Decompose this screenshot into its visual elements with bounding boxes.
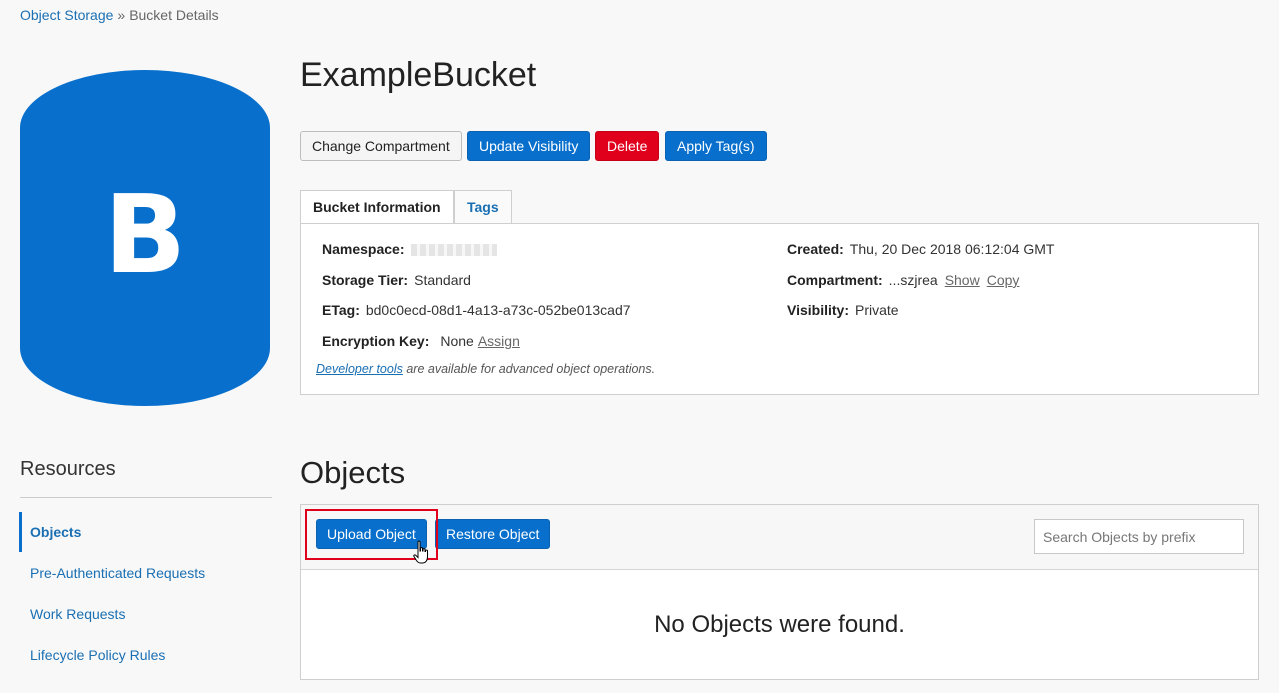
breadcrumb: Object Storage» Bucket Details xyxy=(20,7,219,23)
encryption-key-value: None xyxy=(440,333,474,349)
developer-tools-note: Developer tools are available for advanc… xyxy=(316,362,655,376)
namespace-value-redacted xyxy=(410,244,497,257)
encryption-key-field: Encryption Key: None Assign xyxy=(322,333,520,349)
bucket-icon: B xyxy=(20,70,270,406)
resources-divider xyxy=(20,497,272,498)
encryption-key-label: Encryption Key: xyxy=(322,333,430,349)
compartment-label: Compartment: xyxy=(787,272,883,288)
namespace-label: Namespace: xyxy=(322,241,405,257)
created-label: Created: xyxy=(787,241,844,257)
update-visibility-button[interactable]: Update Visibility xyxy=(467,131,591,161)
sidebar-item-pre-authenticated-requests[interactable]: Pre-Authenticated Requests xyxy=(30,565,205,581)
compartment-show-link[interactable]: Show xyxy=(945,272,980,288)
search-objects-input[interactable] xyxy=(1034,519,1244,554)
empty-objects-message: No Objects were found. xyxy=(654,611,905,638)
compartment-copy-link[interactable]: Copy xyxy=(987,272,1020,288)
storage-tier-value: Standard xyxy=(414,272,471,288)
storage-tier-label: Storage Tier: xyxy=(322,272,409,288)
created-value: Thu, 20 Dec 2018 06:12:04 GMT xyxy=(849,241,1055,257)
visibility-value: Private xyxy=(854,302,899,318)
objects-section-title: Objects xyxy=(300,455,406,490)
created-field: Created: Thu, 20 Dec 2018 06:12:04 GMT xyxy=(787,241,1054,257)
etag-value: bd0c0ecd-08d1-4a13-a73c-052be013cad7 xyxy=(365,302,631,318)
objects-panel: Upload Object Restore Object No Objects … xyxy=(300,504,1259,680)
breadcrumb-object-storage-link[interactable]: Object Storage xyxy=(20,7,113,23)
compartment-value: ...szjrea xyxy=(888,272,938,288)
etag-label: ETag: xyxy=(322,302,360,318)
visibility-label: Visibility: xyxy=(787,302,849,318)
etag-field: ETag: bd0c0ecd-08d1-4a13-a73c-052be013cad… xyxy=(322,302,631,318)
resources-title: Resources xyxy=(20,458,116,480)
storage-tier-field: Storage Tier: Standard xyxy=(322,272,471,288)
compartment-field: Compartment: ...szjrea Show Copy xyxy=(787,272,1019,288)
developer-tools-link[interactable]: Developer tools xyxy=(316,362,403,376)
sidebar-item-objects[interactable]: Objects xyxy=(30,524,81,540)
bucket-icon-letter: B xyxy=(103,173,187,298)
sidebar-item-work-requests[interactable]: Work Requests xyxy=(30,606,125,622)
page-title: ExampleBucket xyxy=(300,56,537,94)
sidebar-item-lifecycle-policy-rules[interactable]: Lifecycle Policy Rules xyxy=(30,647,165,663)
visibility-field: Visibility: Private xyxy=(787,302,899,318)
restore-object-button[interactable]: Restore Object xyxy=(435,519,551,549)
change-compartment-button[interactable]: Change Compartment xyxy=(300,131,462,161)
tab-bucket-information[interactable]: Bucket Information xyxy=(300,190,454,224)
breadcrumb-current: Bucket Details xyxy=(129,7,219,23)
developer-tools-text: are available for advanced object operat… xyxy=(402,362,656,376)
resources-active-indicator xyxy=(19,512,22,552)
encryption-assign-link[interactable]: Assign xyxy=(478,333,520,349)
objects-toolbar: Upload Object Restore Object xyxy=(301,505,1258,570)
breadcrumb-separator: » xyxy=(117,7,126,23)
namespace-field: Namespace: xyxy=(322,241,497,257)
tab-tags[interactable]: Tags xyxy=(454,190,512,224)
bucket-information-panel: Namespace: Storage Tier: Standard ETag: bd… xyxy=(300,223,1259,395)
delete-button[interactable]: Delete xyxy=(595,131,660,161)
apply-tags-button[interactable]: Apply Tag(s) xyxy=(665,131,767,161)
hand-cursor-icon xyxy=(413,540,428,564)
